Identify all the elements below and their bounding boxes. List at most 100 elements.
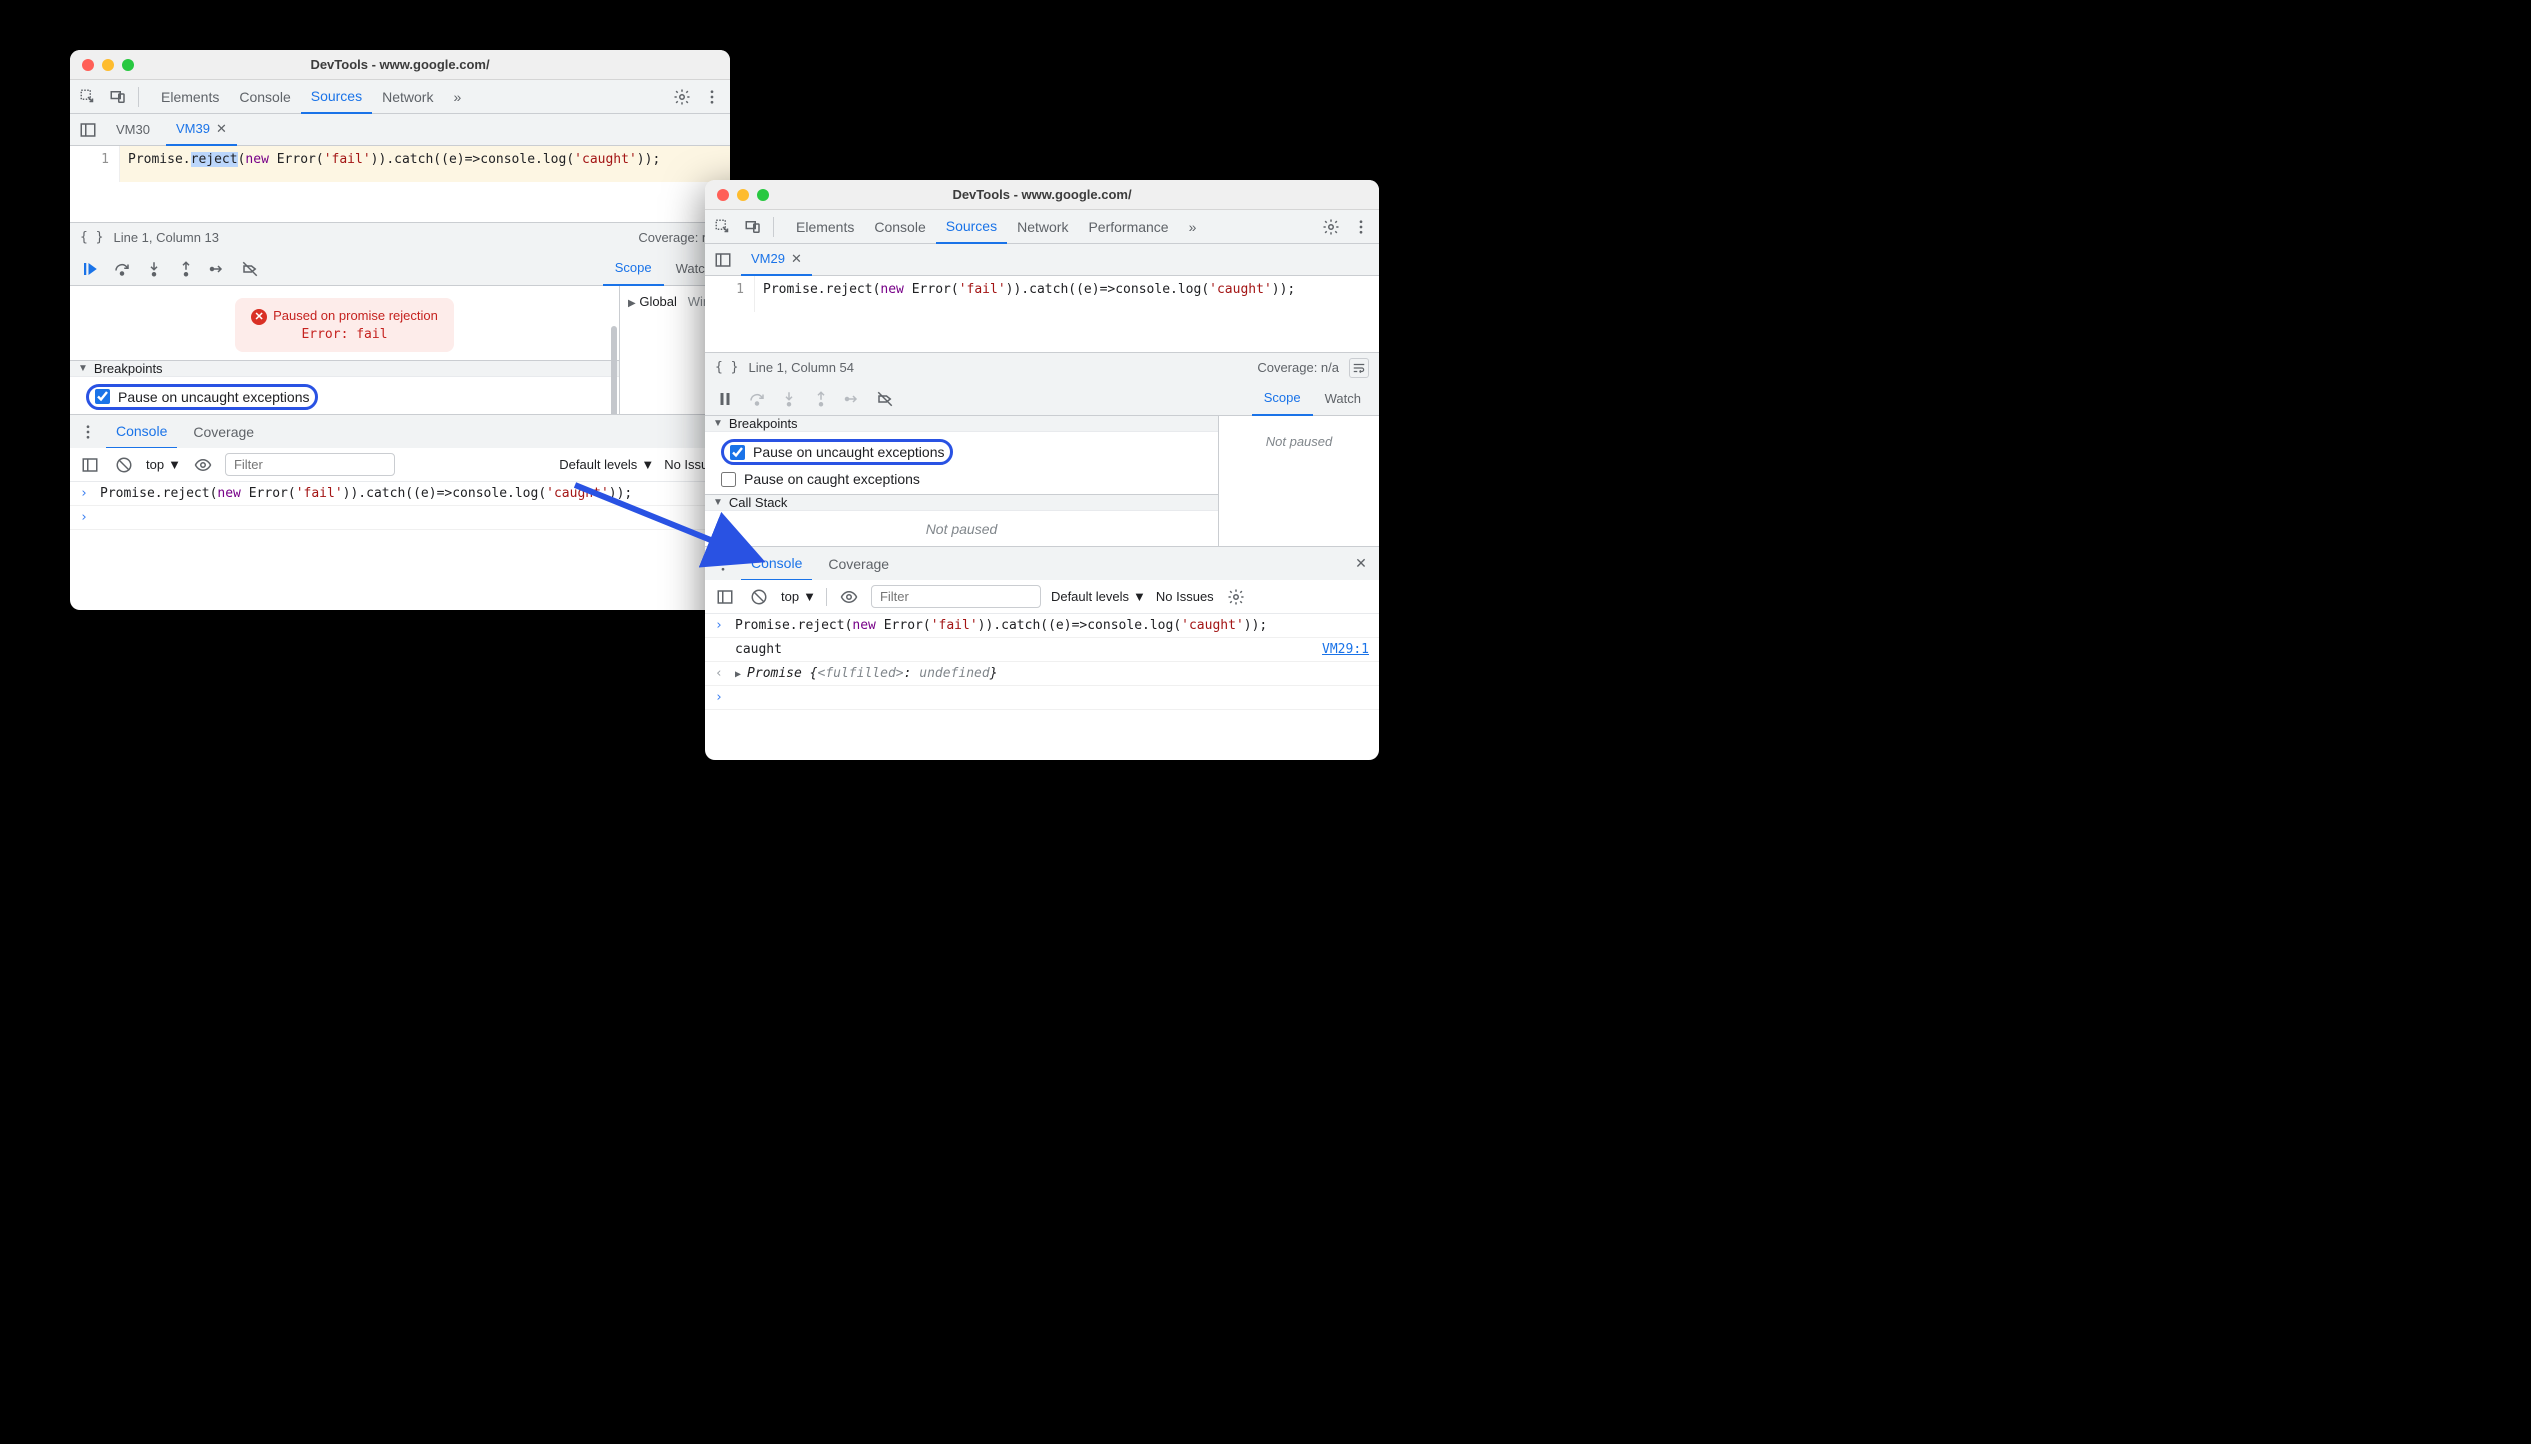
- drawer-tab-coverage[interactable]: Coverage: [183, 415, 264, 449]
- tab-performance[interactable]: Performance: [1078, 210, 1178, 244]
- tab-network[interactable]: Network: [1007, 210, 1078, 244]
- checkbox-pause-uncaught[interactable]: [95, 389, 110, 404]
- log-text: caught: [735, 642, 1314, 657]
- scrollbar[interactable]: [611, 326, 617, 414]
- drawer-tab-coverage[interactable]: Coverage: [818, 547, 899, 581]
- tab-scope[interactable]: Scope: [603, 252, 664, 286]
- console-return-row[interactable]: ‹ ▶ Promise {<fulfilled>: undefined}: [705, 662, 1379, 686]
- navigator-icon[interactable]: [76, 118, 100, 142]
- zoom-icon[interactable]: [757, 189, 769, 201]
- tab-watch[interactable]: Watch: [1313, 382, 1373, 416]
- tab-scope[interactable]: Scope: [1252, 382, 1313, 416]
- step-icon[interactable]: [204, 255, 232, 283]
- step-over-icon[interactable]: [108, 255, 136, 283]
- code-line[interactable]: Promise.reject(new Error('fail')).catch(…: [755, 276, 1379, 312]
- minimize-icon[interactable]: [737, 189, 749, 201]
- tab-elements[interactable]: Elements: [786, 210, 864, 244]
- drawer-kebab-icon[interactable]: [711, 552, 735, 576]
- close-icon[interactable]: [82, 59, 94, 71]
- wrap-icon[interactable]: [1349, 358, 1369, 378]
- file-tab-vm30[interactable]: VM30: [106, 114, 160, 146]
- file-tab-vm29[interactable]: VM29 ✕: [741, 244, 812, 276]
- drawer-tab-console[interactable]: Console: [106, 415, 177, 449]
- callstack-not-paused: Not paused: [705, 511, 1218, 546]
- drawer-tab-console[interactable]: Console: [741, 547, 812, 581]
- checkbox-pause-caught[interactable]: [721, 472, 736, 487]
- highlight-pause-uncaught: Pause on uncaught exceptions: [721, 439, 953, 465]
- file-tab-vm39[interactable]: VM39 ✕: [166, 114, 237, 146]
- drawer-kebab-icon[interactable]: [76, 420, 100, 444]
- log-levels-selector[interactable]: Default levels ▼: [559, 457, 654, 472]
- checkbox-pause-uncaught[interactable]: [730, 445, 745, 460]
- code-editor[interactable]: 1 Promise.reject(new Error('fail')).catc…: [705, 276, 1379, 312]
- step-into-icon[interactable]: [140, 255, 168, 283]
- main-toolbar: Elements Console Sources Network »: [70, 80, 730, 114]
- format-icon[interactable]: { }: [80, 230, 103, 245]
- console-gear-icon[interactable]: [1224, 585, 1248, 609]
- clear-console-icon[interactable]: [747, 585, 771, 609]
- pause-icon[interactable]: [711, 385, 739, 413]
- console-body: › Promise.reject(new Error('fail')).catc…: [70, 482, 730, 610]
- close-tab-icon[interactable]: ✕: [791, 251, 802, 267]
- context-selector[interactable]: top ▼: [146, 457, 181, 472]
- tab-sources[interactable]: Sources: [301, 80, 372, 114]
- tab-more-icon[interactable]: »: [443, 80, 471, 114]
- error-icon: ✕: [251, 309, 267, 325]
- device-icon[interactable]: [741, 215, 765, 239]
- log-levels-selector[interactable]: Default levels ▼: [1051, 589, 1146, 604]
- tab-more-icon[interactable]: »: [1179, 210, 1207, 244]
- code-line[interactable]: Promise.reject(new Error('fail')).catch(…: [120, 146, 730, 182]
- console-input-row[interactable]: › Promise.reject(new Error('fail')).catc…: [705, 614, 1379, 638]
- live-expr-icon[interactable]: [837, 585, 861, 609]
- tab-sources[interactable]: Sources: [936, 210, 1007, 244]
- close-icon[interactable]: [717, 189, 729, 201]
- console-sidebar-icon[interactable]: [713, 585, 737, 609]
- console-toolbar: top ▼ Default levels ▼ No Issues: [705, 580, 1379, 614]
- gear-icon[interactable]: [670, 85, 694, 109]
- issues-button[interactable]: No Issues: [1156, 589, 1214, 604]
- tab-console[interactable]: Console: [229, 80, 300, 114]
- inspect-icon[interactable]: [76, 85, 100, 109]
- scope-pane: Not paused: [1219, 416, 1379, 546]
- clear-console-icon[interactable]: [112, 453, 136, 477]
- file-tabs: VM29 ✕: [705, 244, 1379, 276]
- section-breakpoints[interactable]: ▼Breakpoints: [705, 416, 1218, 432]
- format-icon[interactable]: { }: [715, 360, 738, 375]
- titlebar[interactable]: DevTools - www.google.com/: [70, 50, 730, 80]
- pause-reason: Paused on promise rejection: [273, 308, 438, 323]
- main-tabs: Elements Console Sources Network Perform…: [786, 210, 1206, 244]
- zoom-icon[interactable]: [122, 59, 134, 71]
- resume-icon[interactable]: [76, 255, 104, 283]
- navigator-icon[interactable]: [711, 248, 735, 272]
- deactivate-bp-icon[interactable]: [871, 385, 899, 413]
- code-editor[interactable]: 1 Promise.reject(new Error('fail')).catc…: [70, 146, 730, 182]
- debugger-toolbar: Scope Watch: [705, 382, 1379, 416]
- console-prompt[interactable]: ›: [70, 506, 730, 530]
- context-selector[interactable]: top ▼: [781, 589, 816, 604]
- console-sidebar-icon[interactable]: [78, 453, 102, 477]
- kebab-icon[interactable]: [700, 85, 724, 109]
- log-source-link[interactable]: VM29:1: [1322, 642, 1369, 657]
- tab-elements[interactable]: Elements: [151, 80, 229, 114]
- section-breakpoints[interactable]: ▼Breakpoints: [70, 360, 619, 377]
- kebab-icon[interactable]: [1349, 215, 1373, 239]
- tab-network[interactable]: Network: [372, 80, 443, 114]
- step-out-icon[interactable]: [172, 255, 200, 283]
- traffic-lights: [705, 189, 769, 201]
- gear-icon[interactable]: [1319, 215, 1343, 239]
- minimize-icon[interactable]: [102, 59, 114, 71]
- section-callstack[interactable]: ▼Call Stack: [705, 494, 1218, 511]
- console-input-row[interactable]: › Promise.reject(new Error('fail')).catc…: [70, 482, 730, 506]
- devtools-window-running: DevTools - www.google.com/ Elements Cons…: [705, 180, 1379, 760]
- inspect-icon[interactable]: [711, 215, 735, 239]
- console-filter-input[interactable]: [225, 453, 395, 476]
- live-expr-icon[interactable]: [191, 453, 215, 477]
- console-filter-input[interactable]: [871, 585, 1041, 608]
- console-prompt[interactable]: ›: [705, 686, 1379, 710]
- titlebar[interactable]: DevTools - www.google.com/: [705, 180, 1379, 210]
- close-tab-icon[interactable]: ✕: [216, 121, 227, 137]
- device-icon[interactable]: [106, 85, 130, 109]
- close-drawer-icon[interactable]: ✕: [1349, 552, 1373, 576]
- deactivate-bp-icon[interactable]: [236, 255, 264, 283]
- tab-console[interactable]: Console: [864, 210, 935, 244]
